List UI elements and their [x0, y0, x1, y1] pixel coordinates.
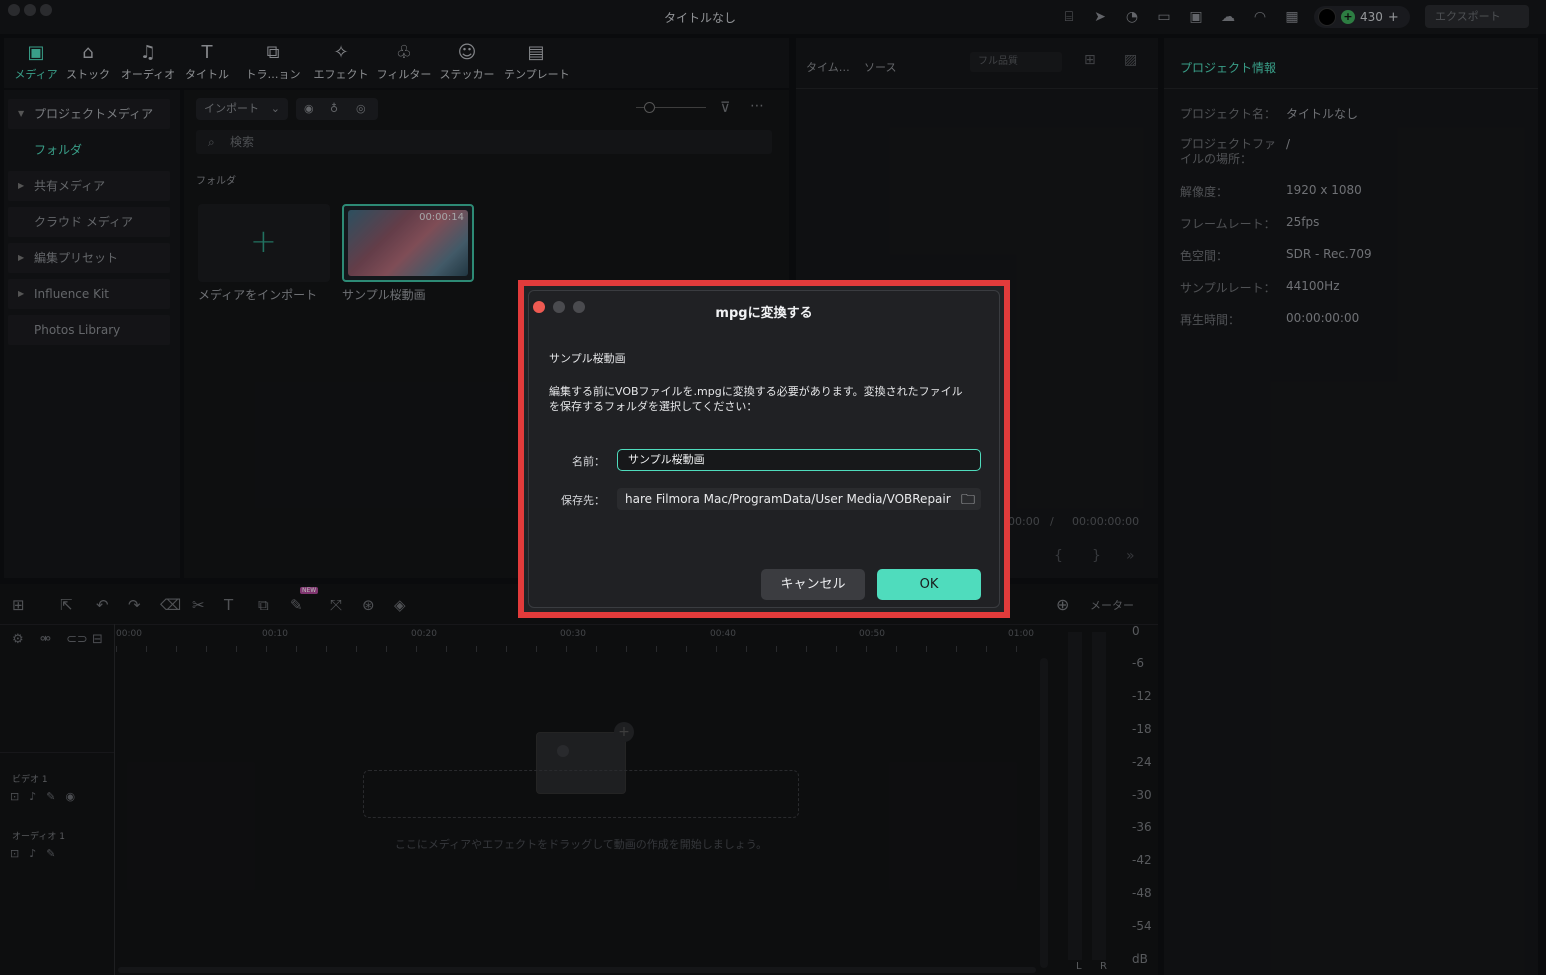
ok-button[interactable]: OK — [877, 569, 981, 600]
dialog-title: mpgに変換する — [715, 306, 813, 321]
convert-dialog: mpgに変換する サンプル桜動画 編集する前にVOBファイルを.mpgに変換する… — [528, 290, 1000, 608]
name-input-value: サンプル桜動画 — [628, 453, 705, 466]
dialog-file-name: サンプル桜動画 — [549, 352, 626, 365]
folder-icon[interactable]: 🗀 — [961, 489, 975, 513]
app-window: タイトルなし ⌸ ➤ ◔ ▭ ▣ ☁ ◠ ▦ + 430 + エクスポート ⌄ … — [0, 0, 1546, 975]
name-label: 名前： — [572, 455, 605, 468]
dialog-message-line2: を保存するフォルダを選択してください： — [549, 400, 758, 413]
save-location-label: 保存先： — [561, 494, 605, 507]
dialog-message-line1: 編集する前にVOBファイルを.mpgに変換する必要があります。変換されたファイル — [549, 385, 963, 398]
name-input[interactable]: サンプル桜動画 — [617, 449, 981, 471]
highlight-frame: mpgに変換する サンプル桜動画 編集する前にVOBファイルを.mpgに変換する… — [518, 280, 1010, 618]
save-path-field[interactable]: hare Filmora Mac/ProgramData/User Media/… — [617, 488, 981, 510]
cancel-button[interactable]: キャンセル — [761, 569, 865, 600]
save-path-value: hare Filmora Mac/ProgramData/User Media/… — [625, 492, 951, 506]
